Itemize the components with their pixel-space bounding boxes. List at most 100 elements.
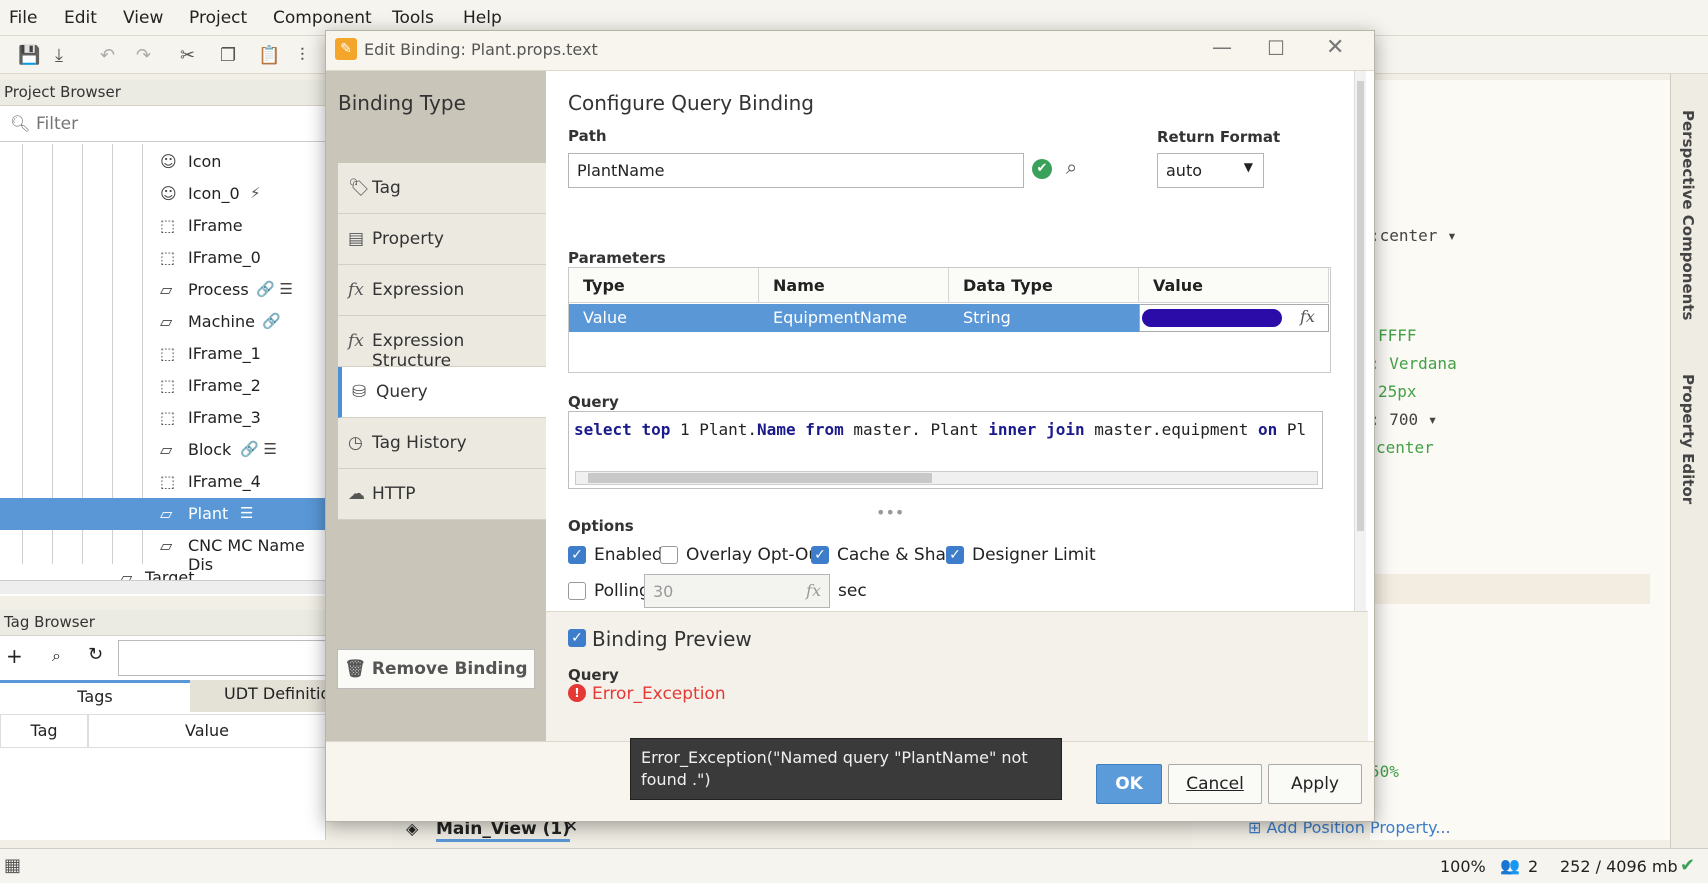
tree-item-iframe-3[interactable]: ⬚ IFrame_3 (0, 402, 326, 434)
polling-rate-input[interactable]: 30 fx (644, 574, 830, 608)
tab-udt-definitions[interactable]: UDT Definitio (190, 680, 326, 712)
property-editor-tab[interactable]: Property Editor (1679, 374, 1697, 504)
param-data-type-cell[interactable]: String (949, 304, 1139, 332)
tree-item-icon-0[interactable]: ☺ Icon_0 ⚡ (0, 178, 326, 210)
column-value[interactable]: Value (1139, 268, 1329, 303)
horizontal-scrollbar[interactable] (0, 580, 326, 594)
binding-type-property[interactable]: ▤ Property (338, 214, 546, 265)
path-input[interactable]: PlantName (568, 153, 1024, 188)
browse-query-icon[interactable]: ⌕ (1066, 155, 1077, 179)
fx-icon[interactable]: fx (1300, 307, 1315, 326)
undo-icon[interactable]: ↶ (100, 45, 115, 66)
apply-button[interactable]: Apply (1268, 764, 1362, 804)
memory-usage: 252 / 4096 mb (1560, 857, 1678, 876)
users-icon[interactable]: 👥 (1500, 856, 1520, 875)
copy-icon[interactable]: ❐ (220, 45, 236, 66)
cache-share-checkbox[interactable]: ✓ (811, 546, 829, 564)
tree-item-iframe[interactable]: ⬚ IFrame (0, 210, 326, 242)
param-type-cell[interactable]: Value (569, 304, 759, 332)
tree-item-block[interactable]: ▱ Block 🔗 ☰ (0, 434, 326, 466)
binding-preview: ✓ Binding Preview Query ! Error_Exceptio… (546, 611, 1368, 741)
binding-type-http[interactable]: ☁ HTTP (338, 469, 546, 520)
menu-view[interactable]: View (123, 8, 163, 28)
menu-edit[interactable]: Edit (64, 8, 97, 28)
filter-input[interactable] (36, 111, 316, 137)
query-editor[interactable]: select top 1 Plant.Name from master. Pla… (568, 411, 1323, 489)
tree-item-iframe-4[interactable]: ⬚ IFrame_4 (0, 466, 326, 498)
tree-item-plant[interactable]: ▱ Plant ☰ (0, 498, 326, 530)
tab-tags[interactable]: Tags (0, 680, 190, 712)
binding-type-tag-history[interactable]: ◷ Tag History (338, 418, 546, 469)
vertical-scrollbar[interactable] (1354, 71, 1366, 611)
enabled-checkbox[interactable]: ✓ (568, 546, 586, 564)
prop-value: : Verdana (1370, 354, 1457, 373)
binding-type-expression-structure[interactable]: fx Expression Structure (338, 316, 546, 371)
perspective-components-tab[interactable]: Perspective Components (1679, 110, 1697, 320)
tree-item-machine[interactable]: ▱ Machine 🔗 (0, 306, 326, 338)
menu-help[interactable]: Help (463, 8, 502, 28)
add-icon[interactable]: + (6, 644, 23, 668)
menu-component[interactable]: Component (273, 8, 372, 28)
ok-button[interactable]: OK (1096, 764, 1162, 804)
cancel-button[interactable]: Cancel (1168, 764, 1262, 804)
search-icon[interactable]: ⌕ (52, 646, 61, 666)
status-check-icon[interactable]: ✔ (1680, 855, 1695, 876)
close-icon[interactable]: ✕ (1326, 35, 1344, 60)
scrollbar-thumb[interactable] (588, 473, 932, 483)
prop-value: : 700 ▾ (1370, 410, 1438, 429)
tree-item-process[interactable]: ▱ Process 🔗 ☰ (0, 274, 326, 306)
binding-type-expression[interactable]: fx Expression (338, 265, 546, 316)
save-all-icon[interactable]: ⤓ (55, 45, 63, 66)
tool-icon[interactable]: ⫶ (300, 45, 305, 66)
remove-binding-button[interactable]: 🗑 Remove Binding (337, 649, 535, 689)
refresh-icon[interactable]: ↻ (88, 644, 103, 665)
maximize-icon[interactable]: ☐ (1267, 36, 1285, 60)
save-icon[interactable]: 💾 (18, 45, 40, 66)
config-title: Configure Query Binding (568, 91, 815, 115)
tag-browser-header: Tag Browser (0, 610, 326, 636)
binding-type-tag[interactable]: 🏷︎ Tag (338, 163, 546, 214)
paste-icon[interactable]: 📋 (258, 45, 280, 66)
tree-item-iframe-0[interactable]: ⬚ IFrame_0 (0, 242, 326, 274)
param-name-cell[interactable]: EquipmentName (759, 304, 949, 332)
horizontal-scrollbar[interactable] (575, 471, 1318, 485)
return-format-select[interactable]: auto ▼ (1157, 153, 1264, 188)
column-value[interactable]: Value (88, 714, 326, 748)
history-icon: ◷ (348, 433, 363, 453)
menu-tools[interactable]: Tools (392, 8, 434, 28)
minimize-icon[interactable]: — (1212, 35, 1232, 59)
tree-item-icon[interactable]: ☺ Icon (0, 146, 326, 178)
menu-file[interactable]: File (9, 8, 37, 28)
menu-project[interactable]: Project (189, 8, 247, 28)
column-name[interactable]: Name (759, 268, 949, 303)
view-icon: ▱ (160, 280, 173, 299)
prop-value: FFFF (1378, 326, 1417, 345)
iframe-icon: ⬚ (160, 472, 176, 491)
column-data-type[interactable]: Data Type (949, 268, 1139, 303)
provider-select[interactable] (118, 640, 326, 676)
tree-item-cnc[interactable]: ▱ CNC MC Name Dis (0, 530, 326, 574)
tree-item-iframe-2[interactable]: ⬚ IFrame_2 (0, 370, 326, 402)
redo-icon[interactable]: ↷ (136, 45, 151, 66)
tab-main-view[interactable]: Main_View (1) (436, 819, 571, 842)
tree-item-target[interactable]: ▱ Target (0, 562, 326, 580)
resize-handle[interactable]: ••• (876, 503, 904, 522)
designer-limit-checkbox[interactable]: ✓ (946, 546, 964, 564)
binding-type-query[interactable]: ⛁ Query (338, 367, 546, 418)
fx-icon: fx (806, 581, 821, 600)
column-tag[interactable]: Tag (0, 714, 88, 748)
preview-error-value[interactable]: Error_Exception (592, 684, 726, 704)
grid-icon[interactable]: ▦ (4, 855, 21, 876)
column-type[interactable]: Type (569, 268, 759, 303)
overlay-opt-out-checkbox[interactable] (660, 546, 678, 564)
scrollbar-thumb[interactable] (1357, 81, 1364, 531)
polling-checkbox[interactable] (568, 582, 586, 600)
app-icon: ✎ (335, 38, 357, 60)
cut-icon[interactable]: ✂ (180, 45, 195, 66)
tree-item-iframe-1[interactable]: ⬚ IFrame_1 (0, 338, 326, 370)
enabled-label: Enabled (594, 545, 663, 565)
param-value-cell[interactable]: fx (1139, 304, 1329, 332)
binding-preview-checkbox[interactable]: ✓ (568, 629, 586, 647)
fx-icon: fx (348, 280, 364, 300)
options-label: Options (568, 517, 634, 535)
